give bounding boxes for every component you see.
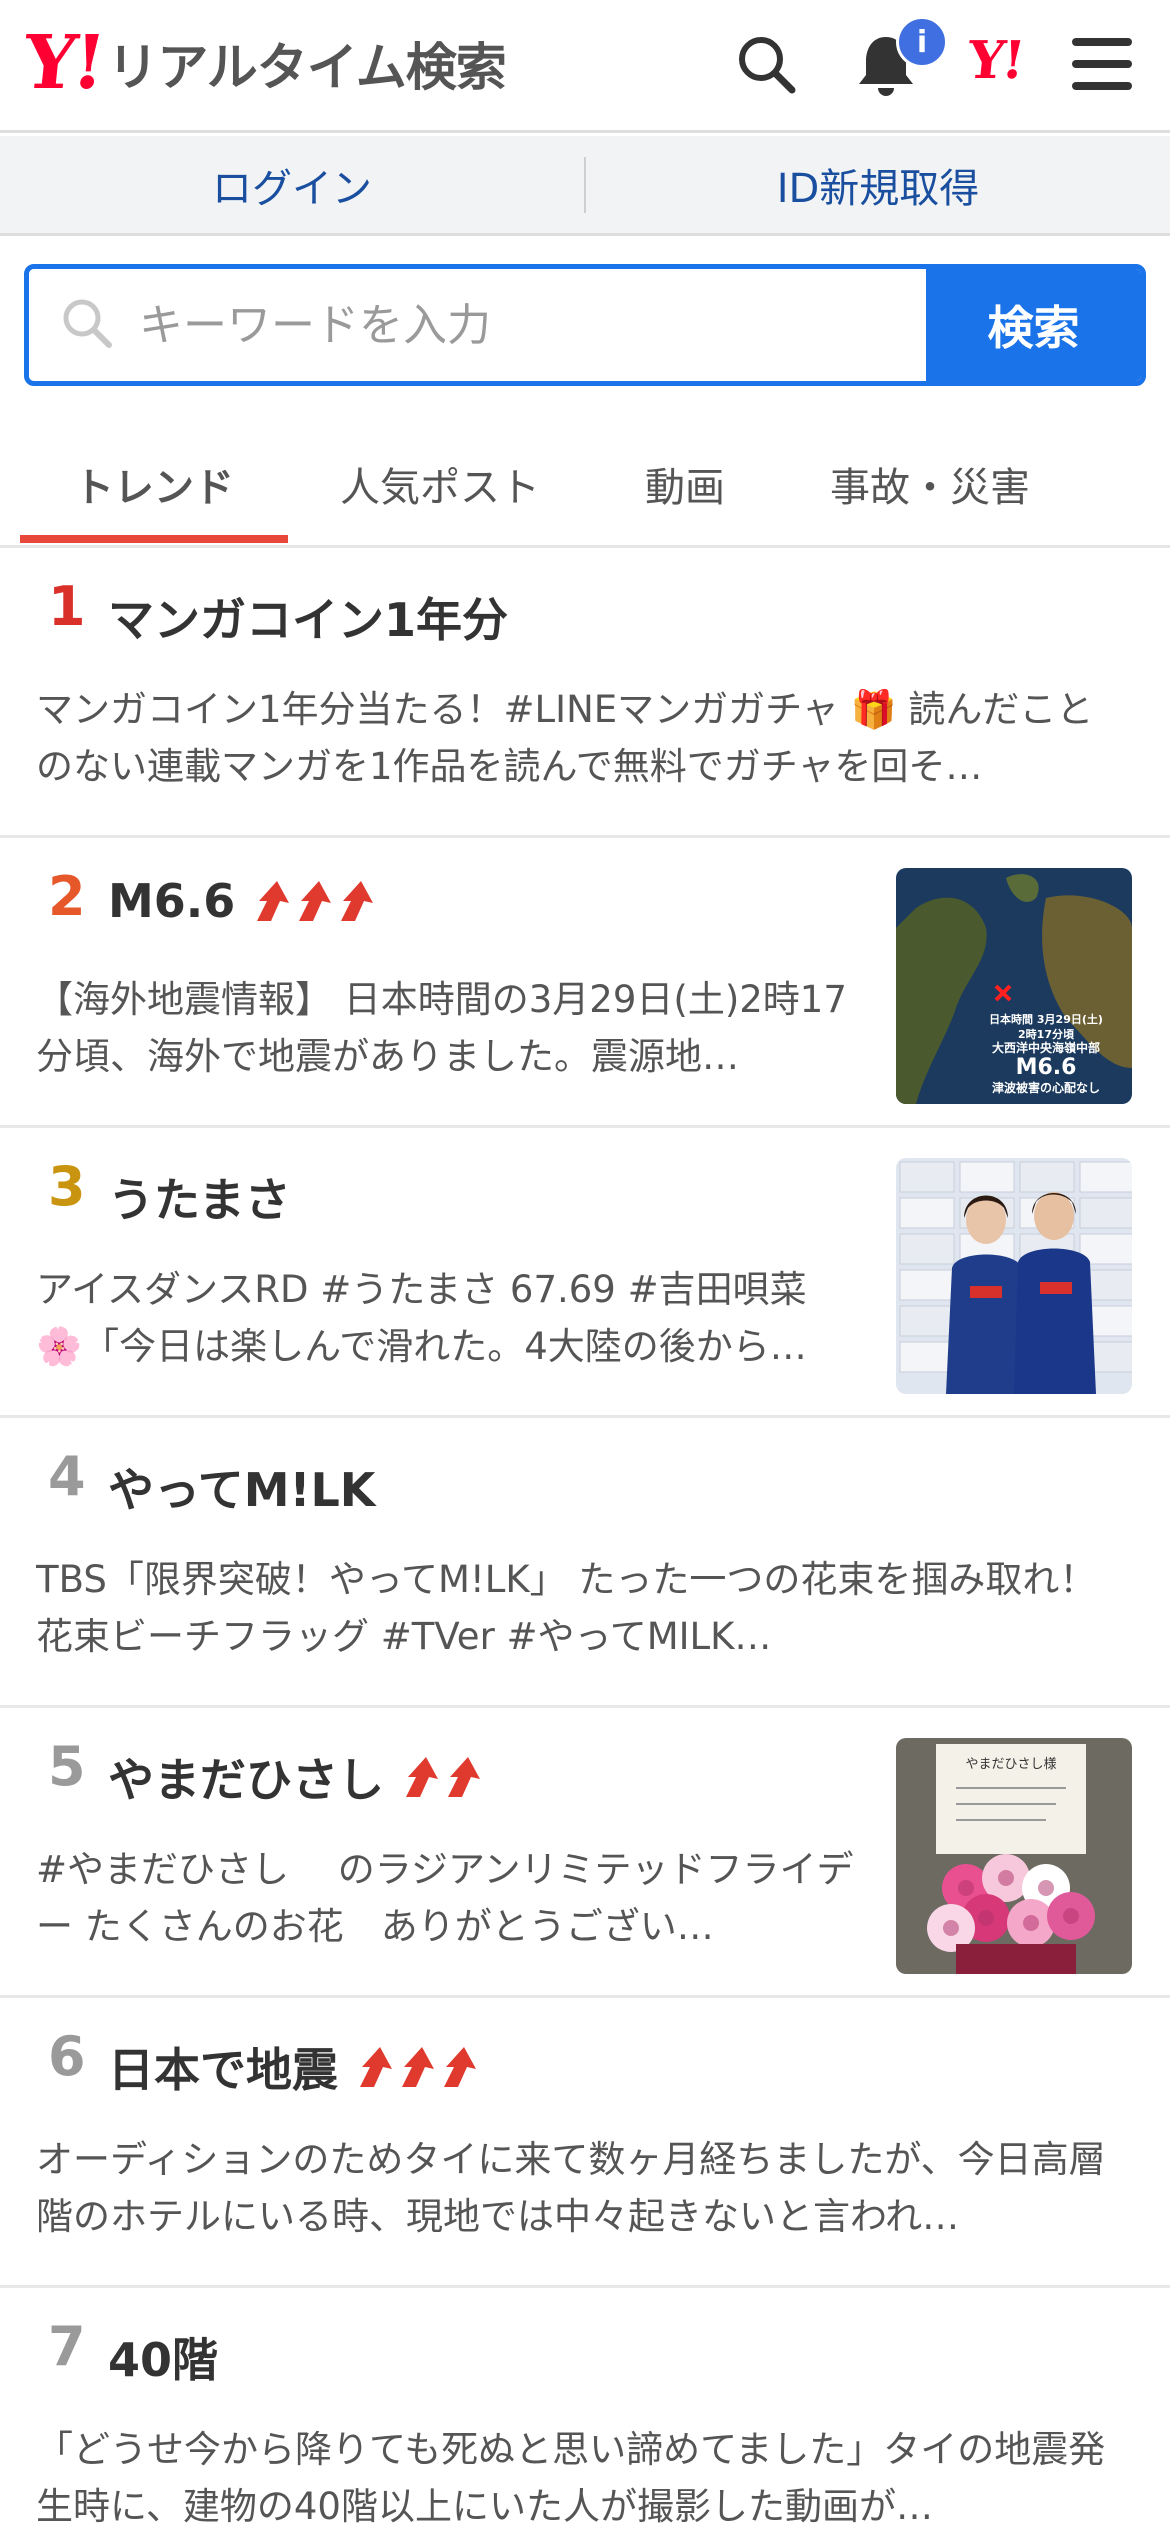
trend-item[interactable]: 3 うたまさアイスダンスRD #うたまさ 67.69 #吉田唄菜 🌸「今日は楽しん… — [0, 1128, 1170, 1418]
tab-accidents-disasters[interactable]: 事故・災害 — [790, 420, 1070, 548]
trend-up-arrow-icon — [341, 881, 374, 921]
trend-up-arrow-icon — [444, 2047, 476, 2087]
trend-thumbnail[interactable]: やまだひさし様 — [896, 1738, 1132, 1974]
search-icon[interactable] — [730, 28, 802, 100]
trend-title: うたまさ — [108, 1164, 291, 1230]
trend-item[interactable]: 6 日本で地震オーディションのためタイに来て数ヶ月経ちましたが、今日高層階のホテル… — [0, 1998, 1170, 2288]
trend-title-text: M6.6 — [108, 874, 236, 928]
rising-indicator — [400, 1755, 482, 1799]
trend-title: やってM!LK — [108, 1454, 375, 1520]
trend-title-text: マンガコイン1年分 — [108, 593, 509, 647]
trend-description: アイスダンスRD #うたまさ 67.69 #吉田唄菜 🌸「今日は楽しんで滑れた。… — [36, 1268, 807, 1368]
svg-text:M6.6: M6.6 — [1016, 1055, 1077, 1080]
tab-videos[interactable]: 動画 — [590, 420, 780, 548]
trend-item[interactable]: 4 やってM!LK TBS「限界突破！やってM!LK」 たった一つの花束を掴み取れ！… — [0, 1418, 1170, 1708]
search-button[interactable]: 検索 — [926, 269, 1141, 381]
trend-up-arrow-icon — [406, 1757, 438, 1797]
trend-up-arrow-icon — [257, 881, 290, 921]
trend-description: #やまだひさし のラジアンリミテッドフライデー たくさんのお花 ありがとうござい… — [36, 1848, 854, 1948]
trend-title-text: やってM!LK — [108, 1463, 376, 1517]
tab-popular-posts[interactable]: 人気ポスト — [300, 420, 580, 548]
trend-title-text: やまだひさし — [108, 1753, 384, 1807]
trend-title-text: うたまさ — [108, 1173, 291, 1227]
trend-rank: 3 — [48, 1155, 86, 1218]
notification-badge: i — [896, 16, 948, 68]
yahoo-top-link[interactable]: Y! — [965, 30, 1025, 91]
app-header: Y! リアルタイム検索 i Y! — [0, 0, 1170, 133]
login-link[interactable]: ログイン — [0, 156, 584, 214]
search-field[interactable] — [29, 269, 926, 381]
search-input[interactable] — [139, 299, 839, 351]
trend-rank: 4 — [48, 1445, 86, 1508]
trend-rank: 1 — [48, 575, 86, 638]
svg-text:やまだひさし様: やまだひさし様 — [965, 1757, 1056, 1772]
trend-title-text: 日本で地震 — [108, 2043, 338, 2097]
trend-item[interactable]: 1 マンガコイン1年分マンガコイン1年分当たる！#LINEマンガガチャ 🎁 読んだ… — [0, 548, 1170, 838]
trend-thumbnail[interactable]: 日本時間 3月29日(土) 2時17分頃 大西洋中央海嶺中部 M6.6 津波被害の心配な… — [896, 868, 1132, 1104]
trend-list: 1 マンガコイン1年分マンガコイン1年分当たる！#LINEマンガガチャ 🎁 読んだ… — [0, 548, 1170, 2532]
login-bar: ログイン ID新規取得 — [0, 136, 1170, 236]
trend-title-text: 40階 — [108, 2333, 219, 2387]
trend-rank: 5 — [48, 1735, 86, 1798]
trend-rank: 6 — [48, 2025, 86, 2088]
trend-up-arrow-icon — [360, 2047, 392, 2087]
svg-text:津波被害の心配なし: 津波被害の心配なし — [992, 1080, 1100, 1095]
category-tabs: トレンド 人気ポスト 動画 事故・災害 — [0, 420, 1170, 548]
rising-indicator — [251, 879, 375, 923]
trend-item[interactable]: 7 40階「どうせ今から降りても死ぬと思い諦めてました」タイの地震発生時に、建物の… — [0, 2288, 1170, 2532]
svg-text:2時17分頃: 2時17分頃 — [1018, 1027, 1075, 1041]
yahoo-realtime-logo[interactable]: Y! リアルタイム検索 — [19, 20, 506, 106]
trend-item[interactable]: 5 やまだひさし #やまだひさし のラジアンリミテッドフライデー たくさんのお花 あ… — [0, 1708, 1170, 1998]
search-icon — [59, 295, 115, 355]
trend-title: 40階 — [108, 2324, 218, 2390]
earthquake-map-image: 日本時間 3月29日(土)2時17分頃大西洋中央海嶺中部M6.6津波被害の心配な… — [896, 868, 1132, 1104]
rising-indicator — [354, 2045, 478, 2089]
trend-description: 【海外地震情報】 日本時間の3月29日(土)2時17分頃、海外で地震がありました… — [36, 978, 847, 1078]
trend-description: マンガコイン1年分当たる！#LINEマンガガチャ 🎁 読んだことのない連載マンガ… — [36, 688, 1094, 788]
flower-bouquet-photo: やまだひさし様 — [896, 1738, 1132, 1974]
svg-text:日本時間 3月29日(土): 日本時間 3月29日(土) — [989, 1012, 1103, 1026]
yahoo-y-logo: Y! — [19, 20, 106, 106]
trend-description: 「どうせ今から降りても死ぬと思い諦めてました」タイの地震発生時に、建物の40階以… — [36, 2428, 1106, 2528]
trend-title: M6.6 — [108, 874, 375, 928]
trend-description: TBS「限界突破！やってM!LK」 たった一つの花束を掴み取れ！花束ビーチフラッ… — [36, 1558, 1097, 1658]
svg-text:大西洋中央海嶺中部: 大西洋中央海嶺中部 — [992, 1040, 1100, 1055]
trend-rank: 2 — [48, 865, 86, 928]
trend-title: マンガコイン1年分 — [108, 584, 508, 650]
trend-thumbnail[interactable] — [896, 1158, 1132, 1394]
tab-trend[interactable]: トレンド — [20, 420, 288, 548]
trend-rank: 7 — [48, 2315, 86, 2378]
menu-icon[interactable] — [1066, 28, 1138, 100]
search-box: 検索 — [24, 264, 1146, 386]
trend-up-arrow-icon — [402, 2047, 434, 2087]
trend-title: やまだひさし — [108, 1744, 482, 1810]
trend-up-arrow-icon — [448, 1757, 480, 1797]
logo-title: リアルタイム検索 — [107, 39, 506, 98]
skaters-photo — [896, 1158, 1132, 1394]
trend-up-arrow-icon — [299, 881, 332, 921]
trend-title: 日本で地震 — [108, 2034, 478, 2100]
active-tab-indicator — [20, 535, 288, 543]
trend-description: オーディションのためタイに来て数ヶ月経ちましたが、今日高層階のホテルにいる時、現… — [36, 2138, 1106, 2238]
trend-item[interactable]: 2 M6.6 【海外地震情報】 日本時間の3月29日(土)2時17分頃、海外で地震が… — [0, 838, 1170, 1128]
signup-link[interactable]: ID新規取得 — [586, 156, 1170, 214]
